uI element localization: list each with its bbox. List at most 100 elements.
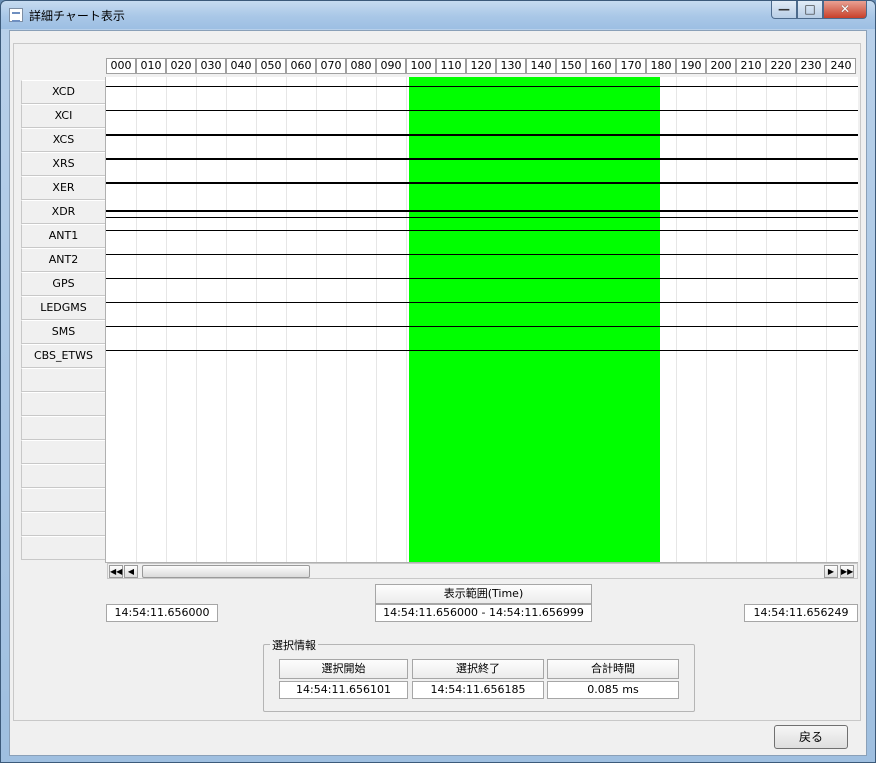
signal-label-empty[interactable] [21,488,106,512]
selection-start-value: 14:54:11.656101 [279,681,408,699]
time-axis-ticks: 000 010 020 030 040 050 060 070 080 090 100 110 120 1… [106,58,858,74]
signal-line-xcd [106,86,858,87]
scroll-left-button[interactable]: ◀ [124,565,138,578]
time-tick-190: 190 [676,58,706,74]
signal-label-xci[interactable]: XCI [21,104,106,128]
display-range-value: 14:54:11.656000 - 14:54:11.656999 [375,604,592,622]
left-arrow-icon: ◀ [127,567,135,576]
gridline [136,77,137,562]
signal-line-sms [106,326,858,327]
time-tick-060: 060 [286,58,316,74]
signal-label-xrs[interactable]: XRS [21,152,106,176]
time-tick-240: 240 [826,58,856,74]
double-right-arrow-icon: ▶▶ [841,567,854,576]
close-icon: ✕ [839,2,851,16]
time-tick-020: 020 [166,58,196,74]
minimize-button[interactable]: — [771,1,797,19]
signal-label-empty[interactable] [21,392,106,416]
client-area: 000 010 020 030 040 050 060 070 080 090 100 110 120 1… [9,30,867,756]
time-tick-110: 110 [436,58,466,74]
title-bar[interactable]: 詳細チャート表示 — □ ✕ [1,1,875,29]
signal-label-xer[interactable]: XER [21,176,106,200]
scroll-right-button[interactable]: ▶ [824,565,838,578]
signal-label-xdr[interactable]: XDR [21,200,106,224]
window-icon [9,8,23,22]
back-button[interactable]: 戻る [774,725,848,749]
gridline [796,77,797,562]
total-time-value: 0.085 ms [547,681,679,699]
signal-line-xcs [106,134,858,136]
time-tick-000: 000 [106,58,136,74]
scroll-thumb[interactable] [142,565,310,578]
gridline [226,77,227,562]
time-tick-070: 070 [316,58,346,74]
signal-label-cbs_etws[interactable]: CBS_ETWS [21,344,106,368]
time-tick-180: 180 [646,58,676,74]
signal-label-ant2[interactable]: ANT2 [21,248,106,272]
gridline [706,77,707,562]
signal-line-xrs [106,158,858,160]
double-left-arrow-icon: ◀◀ [110,567,123,576]
scroll-first-button[interactable]: ◀◀ [109,565,123,578]
gridline [196,77,197,562]
time-tick-200: 200 [706,58,736,74]
signal-labels: XCD XCI XCS XRS XER XDR ANT1 ANT2 GPS LEDGMS SMS CB… [21,80,106,560]
signal-line-xdr [106,210,858,212]
signal-line-ant1 [106,230,858,231]
gridline [166,77,167,562]
maximize-button[interactable]: □ [797,1,823,19]
gridline [286,77,287,562]
maximize-icon: □ [804,2,816,16]
close-button[interactable]: ✕ [823,1,867,19]
right-arrow-icon: ▶ [827,567,835,576]
time-tick-090: 090 [376,58,406,74]
signal-label-xcs[interactable]: XCS [21,128,106,152]
time-tick-230: 230 [796,58,826,74]
signal-label-empty[interactable] [21,512,106,536]
signal-label-empty[interactable] [21,368,106,392]
detail-chart-window: 詳細チャート表示 — □ ✕ 000 010 020 030 040 050 060 070 0… [0,0,876,763]
gridline [346,77,347,562]
signal-line-gps [106,278,858,279]
range-right-time: 14:54:11.656249 [744,604,858,622]
horizontal-scrollbar[interactable]: ◀◀ ◀ ▶ ▶▶ [107,563,858,579]
caption-buttons: — □ ✕ [771,1,867,21]
signal-label-gps[interactable]: GPS [21,272,106,296]
scroll-last-button[interactable]: ▶▶ [840,565,854,578]
gridline [376,77,377,562]
signal-label-xcd[interactable]: XCD [21,80,106,104]
selection-end-header: 選択終了 [412,659,544,679]
signal-line-cbs_etws [106,350,858,351]
signal-label-empty[interactable] [21,440,106,464]
time-tick-170: 170 [616,58,646,74]
time-tick-010: 010 [136,58,166,74]
signal-line-ledgms [106,302,858,303]
signal-label-empty[interactable] [21,416,106,440]
time-tick-210: 210 [736,58,766,74]
total-time-header: 合計時間 [547,659,679,679]
selection-info-label: 選択情報 [270,637,318,653]
time-tick-030: 030 [196,58,226,74]
timing-chart[interactable] [105,77,858,563]
time-tick-130: 130 [496,58,526,74]
selection-band[interactable] [409,77,660,562]
time-tick-050: 050 [256,58,286,74]
gridline [676,77,677,562]
time-tick-100: 100 [406,58,436,74]
selection-start-header: 選択開始 [279,659,408,679]
gridline [736,77,737,562]
signal-label-sms[interactable]: SMS [21,320,106,344]
signal-label-ant1[interactable]: ANT1 [21,224,106,248]
gridline [766,77,767,562]
signal-label-empty[interactable] [21,536,106,560]
time-tick-040: 040 [226,58,256,74]
signal-line-xer [106,182,858,184]
range-left-time: 14:54:11.656000 [106,604,218,622]
signal-line-ant2 [106,254,858,255]
display-range-header: 表示範囲(Time) [375,584,592,604]
time-tick-120: 120 [466,58,496,74]
signal-label-ledgms[interactable]: LEDGMS [21,296,106,320]
signal-label-empty[interactable] [21,464,106,488]
signal-line-xci [106,110,858,111]
minimize-icon: — [778,2,790,16]
